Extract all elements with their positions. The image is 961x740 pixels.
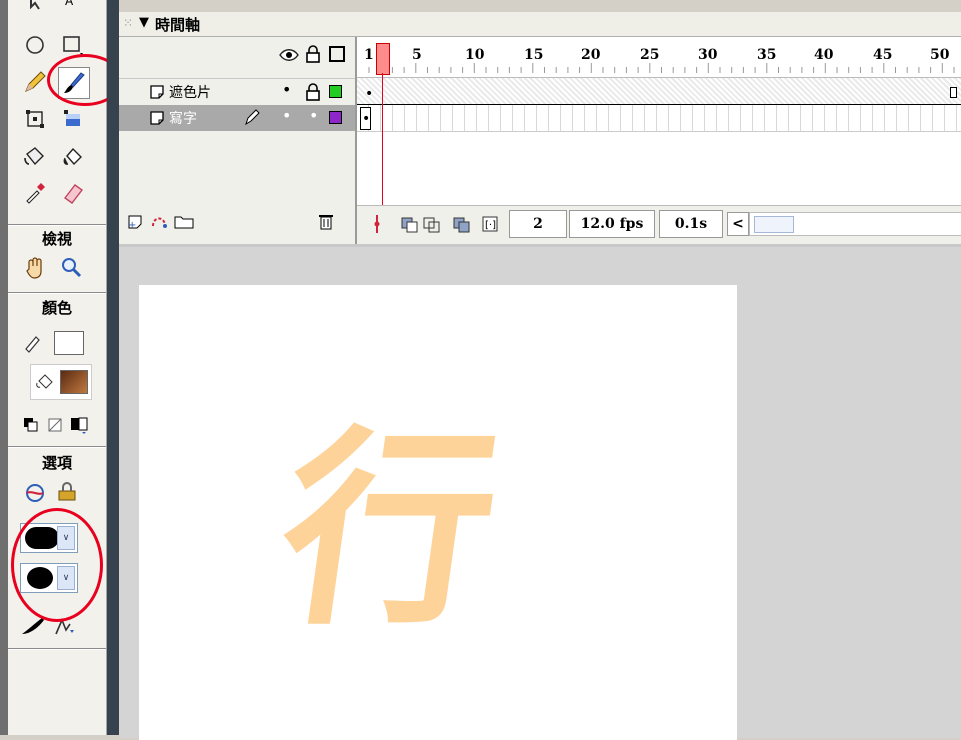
view-section-label: 檢視 [41,230,72,248]
edit-multiple-frames-icon[interactable] [453,215,471,237]
pencil-tool[interactable] [20,67,50,97]
lock-fill-icon[interactable] [52,476,82,506]
highlight-brush-options-circle [11,508,103,622]
svg-text:A: A [65,0,74,8]
layer-lock-dot[interactable]: • [309,106,318,125]
subselection-tool[interactable] [20,0,50,16]
lock-all-icon[interactable] [305,45,321,67]
center-frame-icon[interactable] [371,215,383,237]
playhead-line [382,73,383,208]
free-transform-tool[interactable] [20,104,50,134]
ruler-number: 35 [757,47,777,63]
ruler-number: 40 [814,47,834,63]
options-section-label: 選項 [41,454,72,472]
eyedropper-tool[interactable] [20,178,50,208]
keyframe-dot[interactable]: • [362,111,370,127]
layer-page-icon [149,84,165,104]
fill-color-bucket-icon [30,366,60,396]
stage-calligraphy-glyph[interactable]: 行 [267,406,512,653]
timeline-title-bar[interactable]: ⁙ ▼ 時間軸 [119,12,961,37]
outline-all-icon[interactable] [329,46,345,62]
layer-visible-dot[interactable]: • [282,80,291,99]
swap-colors-icon[interactable] [64,410,94,440]
frame-row-mask-layer[interactable]: • [357,78,961,105]
oval-tool[interactable] [20,30,50,60]
section-divider [8,648,106,650]
stage-area: 行 [119,244,961,740]
layers-pane: 遮色片 • 寫字 • • + [119,37,357,244]
show-hide-all-eye-icon[interactable] [279,47,299,67]
timeline-title: 時間軸 [155,16,201,34]
fill-transform-tool[interactable] [58,104,88,134]
color-section-label: 顏色 [41,299,72,317]
frame-ruler[interactable]: 1 5 10 15 20 25 30 35 40 45 50 [357,37,961,78]
pencil-edit-icon [243,108,261,130]
current-frame-display: 2 [509,210,567,238]
layer-row-selected[interactable]: 寫字 • • [119,105,355,131]
insert-layer-folder-icon[interactable] [173,212,195,234]
eraser-tool[interactable] [58,178,88,208]
ruler-number: 10 [465,47,485,63]
layer-page-icon [149,110,165,130]
brush-mode-icon[interactable] [20,478,50,508]
zoom-tool[interactable] [56,252,86,282]
ruler-number: 15 [524,47,544,63]
elapsed-time-display: 0.1s [659,210,723,238]
layer-outline-color[interactable] [329,111,342,124]
onion-skin-outlines-icon[interactable] [423,215,441,237]
lasso-tool[interactable]: A [56,0,86,16]
stage-canvas[interactable]: 行 [139,285,737,740]
collapse-triangle-icon[interactable]: ▼ [139,15,149,30]
section-divider [8,292,106,294]
ruler-number: 25 [640,47,660,63]
stroke-color-pencil-icon [18,327,48,357]
insert-layer-icon[interactable]: + [127,212,147,234]
tools-panel: A 檢視 顏色 選項 ∨ ∨ [8,0,123,735]
paint-bucket-tool[interactable] [58,141,88,171]
section-divider [8,446,106,448]
layer-name[interactable]: 寫字 [169,108,197,128]
fill-color-swatch[interactable] [60,370,88,394]
onion-skin-icon[interactable] [401,215,419,237]
ink-bottle-tool[interactable] [20,141,50,171]
stroke-color-swatch[interactable] [54,331,84,355]
section-divider [8,224,106,226]
layer-lock-icon[interactable] [305,83,321,105]
frame-row-writing-layer[interactable]: • [357,105,961,132]
playhead[interactable] [376,43,390,75]
ruler-number: 5 [412,47,422,63]
layer-name[interactable]: 遮色片 [169,82,211,102]
ruler-number: 20 [581,47,601,63]
timeline-panel: 遮色片 • 寫字 • • + 1 5 10 15 20 25 30 35 40 … [119,37,961,245]
add-motion-guide-icon[interactable] [149,212,171,234]
gripper-icon[interactable]: ⁙ [123,16,133,30]
scroll-left-arrow-icon[interactable]: < [727,212,749,236]
ruler-number: 30 [698,47,718,63]
svg-text:[·]: [·] [485,220,496,231]
keyframe-dot[interactable]: • [365,86,373,102]
timeline-horizontal-scrollbar[interactable] [749,212,961,236]
delete-layer-trash-icon[interactable] [317,212,335,234]
layer-row[interactable]: 遮色片 • [119,78,355,106]
frames-pane: 1 5 10 15 20 25 30 35 40 45 50 • • [·] 2… [357,37,961,245]
scrollbar-thumb[interactable] [754,216,794,233]
panel-splitter[interactable] [107,0,119,735]
modify-onion-markers-icon[interactable]: [·] [481,215,499,237]
layer-visible-dot[interactable]: • [282,106,291,125]
hand-tool[interactable] [20,252,50,282]
svg-text:+: + [128,220,136,230]
window-edge [0,0,8,735]
layer-outline-color[interactable] [329,85,342,98]
end-frame-marker[interactable] [950,87,957,98]
ruler-number: 1 [364,47,374,63]
frame-rate-display[interactable]: 12.0 fps [569,210,655,238]
ruler-number: 50 [930,47,950,63]
ruler-number: 45 [873,47,893,63]
